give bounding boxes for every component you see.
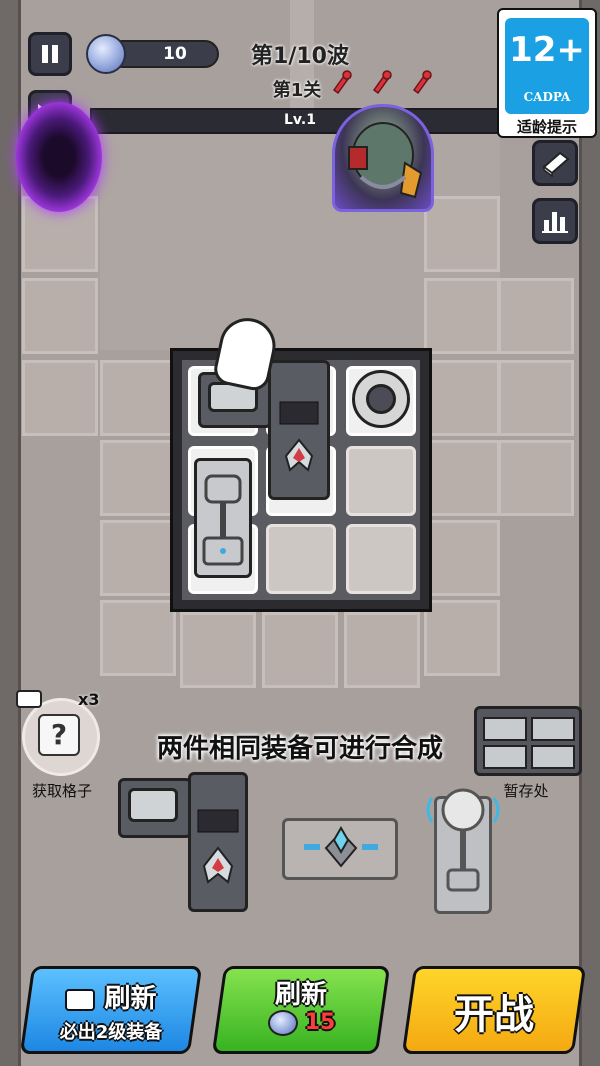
hammer-detail [202,474,244,566]
floor-tile [424,360,500,436]
cannon-barrel [366,384,396,414]
floor-tile [262,612,338,688]
floor-tile [180,612,256,688]
offer-blade-turret [197,809,239,884]
floor-tile [424,440,500,516]
floor-tile [22,360,98,436]
video-icon [16,690,42,708]
floor-tile [344,612,420,688]
storage-area[interactable] [474,706,582,776]
floor-tile [498,360,574,436]
floor-tile [424,278,500,354]
wave-counter: 第1/10波 [251,44,349,69]
floor-tile [498,440,574,516]
grid-cell[interactable] [346,446,416,516]
wave-markers [332,70,432,95]
grid-cell[interactable] [346,524,416,594]
video-icon [65,988,96,1011]
boss-monster [348,122,423,199]
enemy-portal [16,102,102,212]
blade-turret [279,401,319,472]
floor-tile [100,440,176,516]
age-rating-org: CADPA [523,90,571,104]
level-label: Lv.1 [284,112,316,128]
stage-label: 第1关 [272,80,322,101]
age-rating-tip: 适龄提示 [516,118,577,136]
refresh-ad-subtitle: 必出2级装备 [59,1022,163,1043]
question-icon: ? [38,714,80,756]
refresh-ad-title: 刷新 [104,984,157,1014]
right-wall [579,0,600,1066]
stats-icon [542,212,568,233]
get-cell-label: 获取格子 [31,782,92,800]
floor-tile [498,278,574,354]
start-battle-label: 开战 [454,992,534,1038]
gem-icon [268,1010,298,1036]
offer-detail [128,788,178,822]
gem-icon [86,34,126,74]
floor-tile [424,520,500,596]
pause-button[interactable] [28,32,72,76]
storage-slot [483,717,527,741]
currency-amount: 10 [163,44,187,64]
storage-slot [531,745,575,769]
crystal-turret [304,826,378,868]
floor-tile [424,196,500,272]
storage-slot [483,745,527,769]
refresh-cost-value: 15 [304,1010,336,1035]
grid-cell[interactable] [266,524,336,594]
stats-button[interactable] [532,198,578,244]
refresh-ad-title-row: 刷新 [30,978,192,1015]
handbook-button[interactable] [532,140,578,186]
floor-tile [100,360,176,436]
floor-tile [100,520,176,596]
boss-shielded [332,104,434,212]
storage-slot [531,717,575,741]
pause-icon [42,45,58,63]
floor-tile [22,278,98,354]
get-cell-count: x3 [78,690,100,709]
floor-tile [424,600,500,676]
refresh-cost-title: 刷新 [274,980,327,1010]
book-icon [542,151,570,177]
merge-hint: 两件相同装备可进行合成 [156,734,443,764]
floor-tile [100,600,176,676]
age-rating-value: 12+ [509,30,585,70]
hammer-offer-detail [426,788,500,892]
age-rating-badge: 12+ CADPA 适龄提示 [497,8,597,138]
